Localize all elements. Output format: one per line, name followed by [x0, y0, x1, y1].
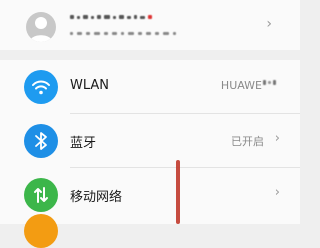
settings-item-label: WLAN — [70, 78, 110, 93]
settings-list: WLAN HUAWE 蓝牙 已开启 › 移动网络 › — [0, 60, 300, 248]
settings-item-label: 蓝牙 — [70, 136, 97, 151]
settings-item-wlan[interactable]: WLAN HUAWE — [0, 60, 300, 114]
bluetooth-icon — [24, 124, 58, 158]
chevron-right-icon: › — [274, 185, 280, 200]
account-info-obscured — [70, 30, 176, 36]
account-card[interactable]: › — [0, 0, 300, 50]
bluetooth-status: 已开启 — [231, 135, 264, 148]
account-name-obscured — [70, 13, 152, 21]
avatar-icon — [26, 12, 56, 42]
wifi-icon — [24, 70, 58, 104]
settings-item-bluetooth[interactable]: 蓝牙 已开启 › — [0, 114, 300, 168]
account-chevron-icon: › — [266, 16, 272, 32]
chevron-right-icon: › — [274, 131, 280, 146]
next-setting-icon — [24, 214, 58, 248]
settings-item-label: 移动网络 — [70, 190, 123, 205]
wlan-name-obscured — [263, 80, 276, 85]
annotation-mark — [176, 160, 180, 224]
mobile-network-icon — [24, 178, 58, 212]
wlan-network-name: HUAWE — [220, 79, 262, 92]
